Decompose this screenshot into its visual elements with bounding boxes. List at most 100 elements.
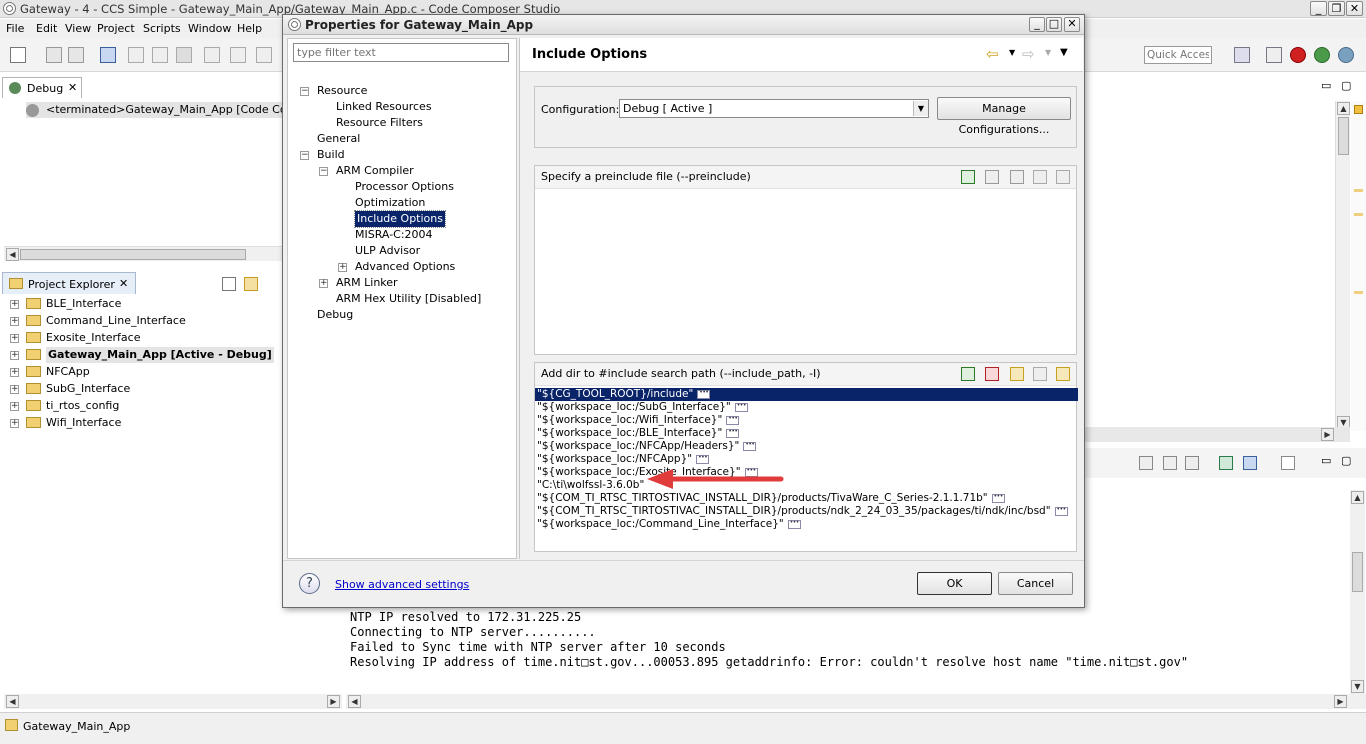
include-path-item[interactable]: "${workspace_loc:/NFCApp}" — [537, 451, 710, 466]
expand-toggle-icon[interactable]: + — [10, 385, 19, 394]
expand-toggle-icon[interactable]: + — [10, 300, 19, 309]
editor-minimize-icon[interactable]: ▭ — [1321, 79, 1331, 92]
step-over-icon[interactable] — [230, 47, 246, 63]
menu-file[interactable]: File — [6, 22, 24, 35]
more-options-icon[interactable] — [734, 399, 748, 412]
more-options-icon[interactable] — [991, 490, 1005, 503]
include-path-item[interactable]: "C:\ti\wolfssl-3.6.0b" — [537, 479, 644, 492]
menu-scripts[interactable]: Scripts — [143, 22, 181, 35]
clear-console-icon[interactable] — [1139, 456, 1153, 470]
debug-tab-close-icon[interactable]: ✕ — [68, 81, 77, 94]
ruler-marker-1[interactable] — [1354, 105, 1363, 114]
include-edit-icon[interactable] — [1010, 367, 1024, 381]
console-hscrollbar[interactable]: ◀ ▶ — [346, 694, 1366, 709]
include-up-icon[interactable] — [1033, 367, 1047, 381]
console-minimize-icon[interactable]: ▭ — [1321, 454, 1331, 467]
close-button[interactable]: ✕ — [1346, 1, 1363, 16]
ruler-marker-4[interactable] — [1354, 291, 1363, 294]
ok-button[interactable]: OK — [917, 572, 992, 595]
debug-terminated-item[interactable]: <terminated>Gateway_Main_App [Code Compo… — [26, 102, 317, 118]
menu-view[interactable]: View — [65, 22, 91, 35]
terminate-icon[interactable] — [176, 47, 192, 63]
collapse-toggle-icon[interactable]: − — [300, 87, 309, 96]
link-with-editor-icon[interactable] — [244, 277, 258, 291]
preinclude-edit-icon[interactable] — [1010, 170, 1024, 184]
project-explorer-close-icon[interactable]: ✕ — [119, 277, 128, 290]
console-scroll-down[interactable]: ▼ — [1351, 680, 1364, 693]
more-options-icon[interactable] — [787, 516, 801, 529]
open-perspective-icon[interactable] — [1234, 47, 1250, 63]
dialog-minimize-button[interactable]: _ — [1029, 17, 1045, 32]
debug-console-icon[interactable] — [100, 47, 116, 63]
expand-toggle-icon[interactable]: + — [10, 368, 19, 377]
include-path-item[interactable]: "${workspace_loc:/Wifi_Interface}" — [537, 412, 740, 427]
manage-configurations-button[interactable]: Manage Configurations... — [937, 97, 1071, 136]
back-dropdown-icon[interactable]: ▼ — [1009, 48, 1015, 57]
forward-dropdown-icon[interactable]: ▼ — [1045, 48, 1051, 57]
console-scroll-right[interactable]: ▶ — [1334, 695, 1347, 708]
cancel-button[interactable]: Cancel — [998, 572, 1073, 595]
debug-scroll-thumb[interactable] — [20, 249, 246, 260]
more-options-icon[interactable] — [1054, 503, 1068, 516]
configuration-select[interactable]: Debug [ Active ] ▼ — [619, 99, 929, 118]
include-down-icon[interactable] — [1056, 367, 1070, 381]
preinclude-delete-icon[interactable] — [985, 170, 999, 184]
editor-scroll-thumb[interactable] — [1338, 117, 1349, 155]
debug-perspective-icon[interactable] — [1314, 47, 1330, 63]
collapse-all-icon[interactable] — [222, 277, 236, 291]
explorer-scroll-right[interactable]: ▶ — [327, 695, 340, 708]
collapse-toggle-icon[interactable]: − — [300, 151, 309, 160]
project-explorer-tab[interactable]: Project Explorer ✕ — [2, 272, 136, 294]
include-path-item[interactable]: "${COM_TI_RTSC_TIRTOSTIVAC_INSTALL_DIR}/… — [537, 490, 1005, 505]
forward-arrow-icon[interactable]: ⇨ — [1022, 45, 1035, 63]
minimize-button[interactable]: _ — [1310, 1, 1327, 16]
scroll-left-arrow[interactable]: ◀ — [6, 248, 19, 261]
expand-toggle-icon[interactable]: + — [10, 317, 19, 326]
include-path-item[interactable]: "${workspace_loc:/Command_Line_Interface… — [537, 516, 801, 531]
help-icon[interactable]: ? — [299, 573, 320, 594]
expand-toggle-icon[interactable]: + — [319, 279, 328, 288]
filter-input[interactable] — [293, 43, 509, 62]
include-path-item[interactable]: "${CG_TOOL_ROOT}/include" — [535, 386, 1078, 401]
preinclude-add-icon[interactable] — [961, 170, 975, 184]
collapse-toggle-icon[interactable]: − — [319, 167, 328, 176]
more-options-icon[interactable] — [696, 451, 710, 464]
scroll-lock-icon[interactable] — [1163, 456, 1177, 470]
editor-hscrollbar[interactable]: ▶ — [1085, 427, 1350, 442]
save-icon[interactable] — [46, 47, 62, 63]
include-path-item[interactable]: "${COM_TI_RTSC_TIRTOSTIVAC_INSTALL_DIR}/… — [537, 503, 1068, 518]
debug-hscrollbar[interactable]: ◀ — [4, 246, 284, 261]
expand-toggle-icon[interactable]: + — [338, 263, 347, 272]
suspend-icon[interactable] — [152, 47, 168, 63]
expand-toggle-icon[interactable]: + — [10, 402, 19, 411]
expand-toggle-icon[interactable]: + — [10, 419, 19, 428]
back-arrow-icon[interactable]: ⇦ — [986, 45, 999, 63]
edit-perspective-icon[interactable] — [1266, 47, 1282, 63]
console-scroll-up[interactable]: ▲ — [1351, 491, 1364, 504]
word-wrap-icon[interactable] — [1185, 456, 1199, 470]
expand-toggle-icon[interactable]: + — [10, 351, 19, 360]
include-path-item[interactable]: "${workspace_loc:/BLE_Interface}" — [537, 425, 740, 440]
more-options-icon[interactable] — [697, 386, 711, 399]
stop-perspective-icon[interactable] — [1290, 47, 1306, 63]
ruler-marker-2[interactable] — [1354, 189, 1363, 192]
include-add-icon[interactable] — [961, 367, 975, 381]
menu-help[interactable]: Help — [237, 22, 262, 35]
explorer-hscrollbar[interactable]: ◀ ▶ — [4, 694, 342, 709]
preinclude-down-icon[interactable] — [1056, 170, 1070, 184]
editor-maximize-icon[interactable]: ▢ — [1341, 79, 1351, 92]
step-into-icon[interactable] — [204, 47, 220, 63]
pin-console-icon[interactable] — [1219, 456, 1233, 470]
show-advanced-settings-link[interactable]: Show advanced settings — [335, 578, 469, 591]
explorer-scroll-left[interactable]: ◀ — [6, 695, 19, 708]
dialog-maximize-button[interactable]: □ — [1046, 17, 1062, 32]
new-console-icon[interactable] — [1281, 456, 1295, 470]
save-all-icon[interactable] — [68, 47, 84, 63]
ruler-marker-3[interactable] — [1354, 213, 1363, 216]
preinclude-up-icon[interactable] — [1033, 170, 1047, 184]
resume-icon[interactable] — [128, 47, 144, 63]
more-options-icon[interactable] — [726, 412, 740, 425]
dialog-close-button[interactable]: ✕ — [1064, 17, 1080, 32]
console-maximize-icon[interactable]: ▢ — [1341, 454, 1351, 467]
display-console-icon[interactable] — [1243, 456, 1257, 470]
